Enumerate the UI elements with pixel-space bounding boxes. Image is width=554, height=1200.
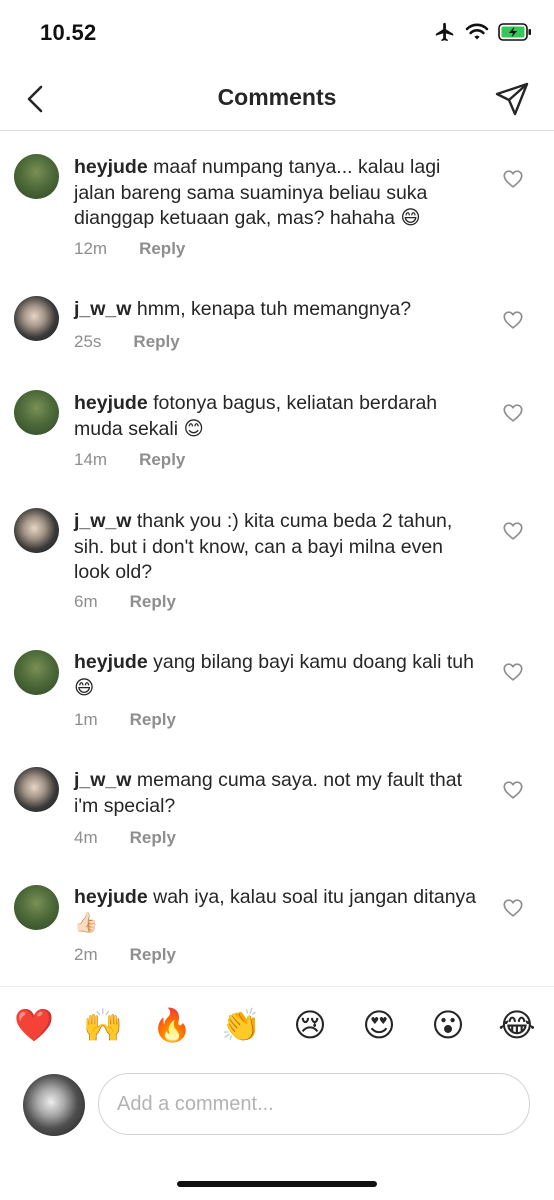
send-icon (495, 82, 529, 116)
avatar[interactable] (14, 154, 59, 199)
comments-header: Comments (0, 68, 554, 131)
comment-username[interactable]: j_w_w (74, 769, 131, 791)
avatar[interactable] (14, 650, 59, 695)
reply-button[interactable]: Reply (139, 450, 185, 470)
heart-outline-icon[interactable] (502, 309, 524, 331)
reply-button[interactable]: Reply (130, 710, 176, 730)
current-user-avatar (23, 1074, 85, 1136)
heart-outline-icon[interactable] (502, 779, 524, 801)
reply-button[interactable]: Reply (130, 592, 176, 612)
comment-meta: 2m Reply (74, 945, 176, 965)
comment-time: 6m (74, 592, 98, 611)
airplane-icon (434, 21, 456, 48)
avatar[interactable] (14, 390, 59, 435)
comment-time: 25s (74, 332, 102, 351)
status-time: 10.52 (40, 20, 97, 45)
comment-meta: 6m Reply (74, 592, 176, 612)
reaction-raised-hands[interactable]: 🙌 (83, 1005, 123, 1045)
comment-username[interactable]: heyjude (74, 156, 148, 178)
comment-text: heyjude maaf numpang tanya... kalau lagi… (74, 155, 479, 232)
comment-username[interactable]: j_w_w (74, 298, 131, 320)
comments-list[interactable]: heyjude maaf numpang tanya... kalau lagi… (0, 131, 554, 986)
status-bar: 10.52 (0, 0, 554, 68)
comment-username[interactable]: heyjude (74, 886, 148, 908)
comment-meta: 12m Reply (74, 239, 185, 259)
comment-username[interactable]: j_w_w (74, 510, 131, 532)
heart-outline-icon[interactable] (502, 402, 524, 424)
reply-button[interactable]: Reply (139, 239, 185, 259)
comment-username[interactable]: heyjude (74, 651, 148, 673)
battery-charging-icon (498, 22, 532, 47)
comment-text: j_w_w thank you :) kita cuma beda 2 tahu… (74, 509, 479, 586)
share-button[interactable] (492, 79, 532, 119)
reaction-surprised[interactable]: 😮 (428, 1005, 468, 1045)
heart-outline-icon[interactable] (502, 661, 524, 683)
heart-outline-icon[interactable] (502, 897, 524, 919)
heart-outline-icon[interactable] (502, 520, 524, 542)
status-icons (434, 20, 532, 48)
avatar[interactable] (14, 767, 59, 812)
comment-body: thank you :) kita cuma beda 2 tahun, sih… (74, 510, 453, 583)
reply-button[interactable]: Reply (133, 332, 179, 352)
comment-time: 4m (74, 828, 98, 847)
reaction-heart[interactable]: ❤️ (14, 1005, 54, 1045)
page-title: Comments (217, 84, 337, 110)
reaction-clap[interactable]: 👏 (221, 1005, 261, 1045)
comment-time: 2m (74, 945, 98, 964)
reaction-crying[interactable]: 😢 (290, 1005, 330, 1045)
comment-text: heyjude fotonya bagus, keliatan berdarah… (74, 391, 479, 442)
reply-button[interactable]: Reply (130, 945, 176, 965)
comment-text: j_w_w memang cuma saya. not my fault tha… (74, 768, 479, 819)
avatar[interactable] (14, 885, 59, 930)
comment-body: memang cuma saya. not my fault that i'm … (74, 769, 463, 817)
home-indicator[interactable] (177, 1181, 377, 1187)
heart-outline-icon[interactable] (502, 168, 524, 190)
quick-reaction-bar: ❤️ 🙌 🔥 👏 😢 😍 😮 😂 (0, 986, 554, 1066)
comment-input[interactable] (98, 1073, 530, 1135)
reaction-heart-eyes[interactable]: 😍 (359, 1005, 399, 1045)
comment-time: 12m (74, 239, 108, 258)
reply-button[interactable]: Reply (130, 828, 176, 848)
wifi-icon (465, 22, 489, 47)
comment-meta: 25s Reply (74, 332, 180, 352)
comment-time: 14m (74, 450, 108, 469)
comment-text: heyjude wah iya, kalau soal itu jangan d… (74, 885, 479, 936)
comment-text: heyjude yang bilang bayi kamu doang kali… (74, 650, 479, 701)
comment-meta: 4m Reply (74, 828, 176, 848)
comment-meta: 1m Reply (74, 710, 176, 730)
reaction-fire[interactable]: 🔥 (152, 1005, 192, 1045)
comment-meta: 14m Reply (74, 450, 185, 470)
comment-time: 1m (74, 710, 98, 729)
avatar[interactable] (14, 508, 59, 553)
reaction-laughing[interactable]: 😂 (497, 1005, 537, 1045)
avatar[interactable] (14, 296, 59, 341)
comment-username[interactable]: heyjude (74, 392, 148, 414)
comment-text: j_w_w hmm, kenapa tuh memangnya? (74, 297, 479, 323)
comment-body: hmm, kenapa tuh memangnya? (136, 298, 412, 320)
